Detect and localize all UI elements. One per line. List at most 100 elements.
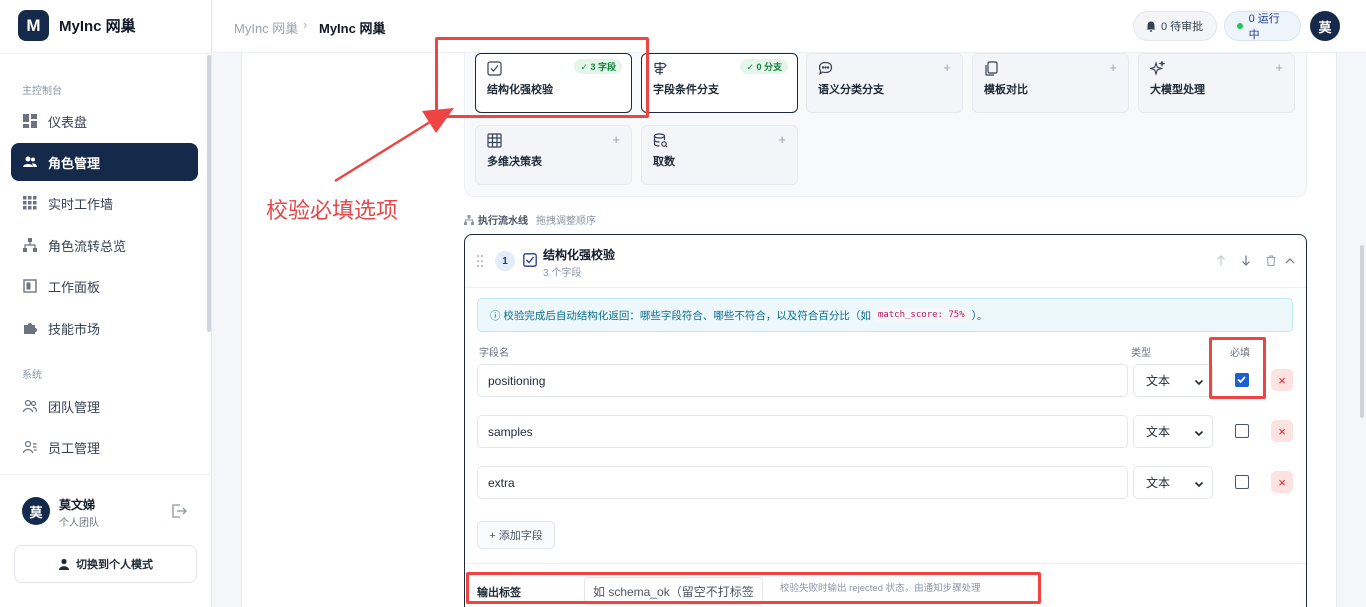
sidebar-item-skill-market[interactable]: 技能市场 — [11, 309, 198, 347]
sidebar-item-team[interactable]: 团队管理 — [11, 387, 198, 425]
status-dot — [1237, 23, 1243, 29]
running-status-label: 0 运行中 — [1248, 13, 1280, 41]
field-type-value: 文本 — [1146, 476, 1171, 490]
sidebar-item-label: 员工管理 — [48, 440, 101, 456]
delete-field-button[interactable]: × — [1271, 369, 1293, 391]
divider — [0, 53, 212, 54]
avatar[interactable]: 莫 — [22, 497, 50, 525]
node-card-label: 模板对比 — [984, 84, 1028, 96]
add-icon[interactable]: + — [1109, 60, 1117, 75]
move-down-icon[interactable] — [1240, 254, 1252, 266]
close-icon: × — [1278, 474, 1286, 490]
user-icon — [58, 558, 70, 570]
field-type-select[interactable]: 文本 — [1133, 466, 1213, 499]
bell-icon — [1146, 21, 1156, 32]
sidebar-item-work-panel[interactable]: 工作面板 — [11, 267, 198, 305]
sidebar-item-label: 仪表盘 — [48, 114, 88, 130]
staff-icon — [22, 440, 37, 455]
node-card-field-branch[interactable]: ✓ 0 分支 字段条件分支 — [641, 53, 798, 113]
brand-name: MyInc 网巢 — [59, 18, 136, 35]
pipeline-hint: 拖拽调整顺序 — [536, 216, 596, 227]
topbar: MyInc 网巢 › MyInc 网巢 0 待审批 0 运行中 莫 — [213, 0, 1366, 53]
section-label-main: 主控制台 — [22, 86, 62, 97]
pipeline-heading: 执行流水线 拖拽调整顺序 — [464, 212, 596, 227]
users-icon — [22, 155, 37, 170]
node-card-llm-processing[interactable]: + 大模型处理 — [1138, 53, 1295, 113]
sidebar-item-label: 工作面板 — [48, 279, 101, 295]
add-field-button[interactable]: + 添加字段 — [477, 521, 555, 549]
annotation-text: 校验必填选项 — [266, 198, 399, 223]
step-number: 1 — [495, 251, 515, 271]
info-text: ⓘ 校验完成后自动结构化返回：哪些字段符合、哪些不符合，以及符合百分比（如 — [490, 309, 871, 322]
add-icon[interactable]: + — [778, 132, 786, 147]
team-icon — [22, 399, 37, 414]
delete-icon[interactable] — [1265, 254, 1277, 266]
close-icon: × — [1278, 423, 1286, 439]
brand[interactable]: M MyInc 网巢 — [18, 10, 136, 41]
delete-field-button[interactable]: × — [1271, 420, 1293, 442]
sidebar-item-label: 角色管理 — [48, 155, 101, 171]
sidebar-item-live-wall[interactable]: 实时工作墙 — [11, 184, 198, 222]
annotation-highlight-box — [1209, 337, 1266, 399]
chat-icon — [818, 61, 833, 76]
sidebar: M MyInc 网巢 主控制台 仪表盘 角色管理 实时工作墙 角色流转总览 工作… — [0, 0, 212, 607]
divider — [0, 474, 212, 475]
sidebar-item-roles[interactable]: 角色管理 — [11, 143, 198, 181]
field-name-input[interactable]: extra — [477, 466, 1128, 499]
running-status-badge[interactable]: 0 运行中 — [1224, 11, 1301, 41]
required-checkbox[interactable] — [1235, 424, 1249, 438]
breadcrumb-root[interactable]: MyInc 网巢 — [234, 18, 298, 37]
divider — [465, 563, 1306, 564]
node-card-template-compare[interactable]: + 模板对比 — [972, 53, 1129, 113]
checkbox-icon — [523, 253, 537, 267]
node-card-fetch-data[interactable]: + 取数 — [641, 125, 798, 185]
field-type-select[interactable]: 文本 — [1133, 364, 1213, 397]
node-card-label: 取数 — [653, 156, 675, 168]
field-name-input[interactable]: samples — [477, 415, 1128, 448]
node-card-label: 字段条件分支 — [653, 84, 719, 96]
collapse-icon[interactable] — [1284, 254, 1296, 266]
field-type-value: 文本 — [1146, 425, 1171, 439]
sidebar-scrollbar[interactable] — [207, 55, 211, 332]
logout-icon[interactable] — [171, 503, 187, 519]
flow-icon — [464, 214, 474, 225]
puzzle-icon — [22, 321, 37, 336]
chevron-down-icon — [1194, 376, 1204, 386]
sidebar-item-staff[interactable]: 员工管理 — [11, 428, 198, 466]
add-icon[interactable]: + — [943, 60, 951, 75]
node-card-semantic-branch[interactable]: + 语义分类分支 — [806, 53, 963, 113]
switch-personal-mode-label: 切换到个人模式 — [76, 559, 153, 571]
add-icon[interactable]: + — [612, 132, 620, 147]
dashboard-icon — [22, 114, 37, 129]
branch-count-badge: ✓ 0 分支 — [740, 59, 788, 74]
main-scrollbar[interactable] — [1360, 245, 1364, 418]
node-card-decision-table[interactable]: + 多维决策表 — [475, 125, 632, 185]
copy-icon — [984, 61, 999, 76]
close-icon: × — [1278, 372, 1286, 388]
switch-personal-mode-button[interactable]: 切换到个人模式 — [14, 545, 197, 583]
field-type-select[interactable]: 文本 — [1133, 415, 1213, 448]
sidebar-item-dashboard[interactable]: 仪表盘 — [11, 102, 198, 140]
sidebar-item-flow-overview[interactable]: 角色流转总览 — [11, 226, 198, 264]
pending-approval-badge[interactable]: 0 待审批 — [1133, 11, 1217, 41]
info-banner: ⓘ 校验完成后自动结构化返回：哪些字段符合、哪些不符合，以及符合百分比（如 ma… — [477, 298, 1293, 332]
field-name-input[interactable]: positioning — [477, 364, 1128, 397]
required-checkbox[interactable] — [1235, 475, 1249, 489]
section-label-system: 系统 — [22, 370, 42, 381]
table-icon — [487, 133, 502, 148]
breadcrumb-current: MyInc 网巢 — [319, 21, 386, 36]
add-icon[interactable]: + — [1275, 60, 1283, 75]
delete-field-button[interactable]: × — [1271, 471, 1293, 493]
chevron-down-icon — [1194, 427, 1204, 437]
move-up-icon[interactable] — [1215, 254, 1227, 266]
annotation-arrow — [334, 108, 454, 183]
drag-handle-icon[interactable] — [476, 254, 484, 268]
annotation-highlight-box — [435, 37, 649, 118]
pipeline-title: 执行流水线 — [478, 216, 528, 227]
node-card-label: 多维决策表 — [487, 156, 542, 168]
column-header-type: 类型 — [1131, 348, 1151, 359]
pending-approval-label: 0 待审批 — [1161, 21, 1204, 33]
grid-icon — [22, 196, 37, 211]
avatar[interactable]: 莫 — [1310, 11, 1340, 41]
sidebar-item-label: 角色流转总览 — [48, 238, 127, 254]
